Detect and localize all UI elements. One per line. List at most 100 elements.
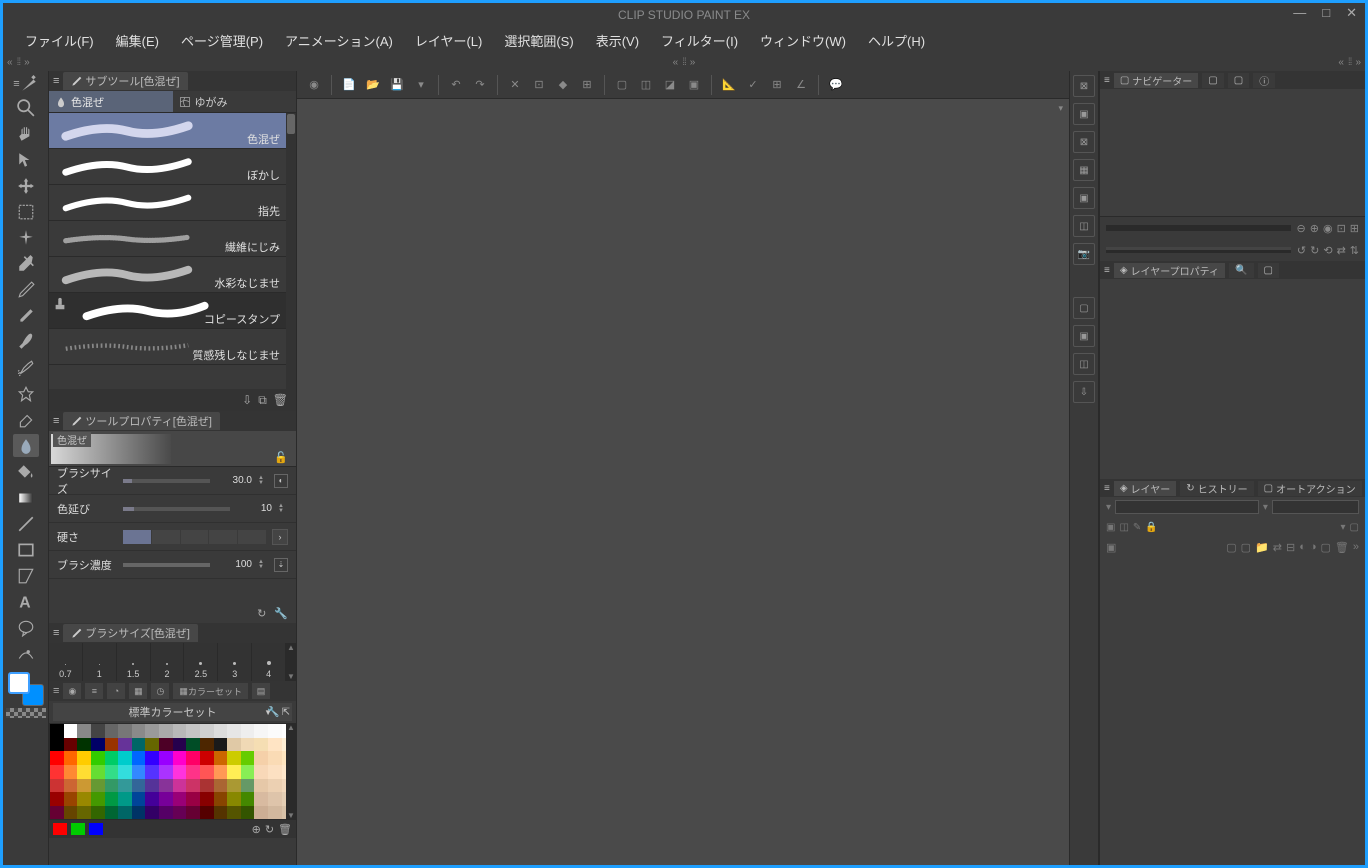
color-cell[interactable]: [91, 779, 105, 793]
color-cell[interactable]: [200, 765, 214, 779]
color-cell[interactable]: [132, 806, 146, 820]
color-cell[interactable]: [118, 765, 132, 779]
eraser-tool[interactable]: [13, 408, 39, 431]
delete-icon[interactable]: ✕: [504, 75, 526, 95]
lock-icon[interactable]: 🔒: [1145, 522, 1157, 533]
ruler-tool[interactable]: [13, 564, 39, 587]
rotate-right-icon[interactable]: ↻: [1310, 244, 1319, 257]
snap-special-icon[interactable]: ✓: [742, 75, 764, 95]
double-arrow-icon[interactable]: »: [1353, 541, 1359, 553]
color-cell[interactable]: [241, 724, 255, 738]
color-cell[interactable]: [268, 806, 282, 820]
new-vector-icon[interactable]: ▢: [1241, 541, 1251, 554]
subtool-tab-distort[interactable]: ゆがみ: [173, 91, 297, 112]
auto-select-tool[interactable]: [13, 226, 39, 249]
color-cell[interactable]: [200, 806, 214, 820]
menu-layer[interactable]: レイヤー(L): [411, 29, 487, 52]
color-cell[interactable]: [105, 751, 119, 765]
subtool-tab[interactable]: サブツール[色混ぜ]: [63, 72, 187, 90]
invert-select-icon[interactable]: ◪: [659, 75, 681, 95]
foreground-background-swatch[interactable]: [6, 672, 46, 706]
color-cell[interactable]: [132, 792, 146, 806]
brush-item-texture[interactable]: 質感残しなじませ: [49, 329, 296, 365]
foreground-color[interactable]: [8, 672, 30, 694]
balloon-tool[interactable]: [13, 616, 39, 639]
eyedropper-tool[interactable]: [13, 252, 39, 275]
pattern-icon[interactable]: ▦: [1073, 159, 1095, 181]
item-bank-tab[interactable]: ▢: [1228, 73, 1249, 88]
zoom-in-icon[interactable]: ⊕: [1310, 222, 1319, 235]
menu-filter[interactable]: フィルター(I): [657, 29, 742, 52]
color-cell[interactable]: [64, 751, 78, 765]
color-cell[interactable]: [200, 738, 214, 752]
color-extend-slider[interactable]: [123, 507, 230, 511]
color-cell[interactable]: [214, 765, 228, 779]
color-cell[interactable]: [145, 751, 159, 765]
new-folder-icon[interactable]: 📁: [1255, 541, 1269, 554]
color-cell[interactable]: [214, 779, 228, 793]
color-cell[interactable]: [118, 724, 132, 738]
color-grid-scrollbar[interactable]: ▲▼: [286, 723, 296, 820]
figure-tool[interactable]: [13, 512, 39, 535]
zoom-out-icon[interactable]: ⊖: [1297, 222, 1306, 235]
tool-property-tab[interactable]: ツールプロパティ[色混ぜ]: [63, 412, 219, 430]
grip-handle-mid[interactable]: ⁞⁞: [682, 57, 686, 68]
brush-size-cell[interactable]: 1: [83, 643, 117, 681]
color-cell[interactable]: [227, 779, 241, 793]
color-cell[interactable]: [50, 792, 64, 806]
snap-perspective-icon[interactable]: ∠: [790, 75, 812, 95]
panel-menu-icon[interactable]: ≡: [1104, 265, 1110, 276]
grip-left-l[interactable]: «: [7, 57, 13, 68]
redo-icon[interactable]: ↷: [469, 75, 491, 95]
menu-select[interactable]: 選択範囲(S): [500, 29, 577, 52]
color-cell[interactable]: [145, 792, 159, 806]
color-cell[interactable]: [186, 779, 200, 793]
draft-icon[interactable]: ✎: [1133, 522, 1141, 533]
color-cell[interactable]: [268, 724, 282, 738]
color-cell[interactable]: [227, 792, 241, 806]
search-tab[interactable]: 🔍: [1229, 263, 1253, 278]
color-cell[interactable]: [159, 751, 173, 765]
color-cell[interactable]: [145, 779, 159, 793]
canvas-scroll-handle[interactable]: ▾: [1058, 103, 1063, 114]
color-cell[interactable]: [132, 765, 146, 779]
lock-icon[interactable]: 🔓: [274, 451, 288, 464]
brush-size-cell[interactable]: 2.5: [184, 643, 218, 681]
color-cell[interactable]: [268, 738, 282, 752]
color-cell[interactable]: [173, 765, 187, 779]
fill-tool[interactable]: [13, 460, 39, 483]
color-cell[interactable]: [241, 792, 255, 806]
panel-menu-icon[interactable]: ≡: [1104, 75, 1110, 86]
new-layer-icon[interactable]: ▢: [1226, 541, 1236, 554]
color-cell[interactable]: [186, 806, 200, 820]
camera-icon[interactable]: 📷: [1073, 243, 1095, 265]
3d-icon[interactable]: ▣: [1073, 187, 1095, 209]
color-cell[interactable]: [159, 779, 173, 793]
magnify-tool[interactable]: [13, 96, 39, 119]
color-cell[interactable]: [77, 765, 91, 779]
color-cell[interactable]: [254, 779, 268, 793]
brush-size-tab[interactable]: ブラシサイズ[色混ぜ]: [63, 624, 198, 642]
color-cell[interactable]: [227, 751, 241, 765]
brush-size-cell[interactable]: 3: [218, 643, 252, 681]
open-file-icon[interactable]: 📂: [362, 75, 384, 95]
info-tab[interactable]: ⓘ: [1253, 73, 1275, 88]
grip-right-r[interactable]: »: [1355, 57, 1361, 68]
color-cell[interactable]: [214, 738, 228, 752]
brush-size-value[interactable]: 30.0: [216, 475, 252, 486]
blend-tool[interactable]: [13, 434, 39, 457]
color-mix-tab[interactable]: ◔: [107, 683, 125, 699]
panel-toggle-icon[interactable]: ▣: [1106, 541, 1116, 554]
color-cell[interactable]: [118, 751, 132, 765]
color-cell[interactable]: [50, 751, 64, 765]
move-tool[interactable]: [13, 174, 39, 197]
recent-color-2[interactable]: [71, 823, 85, 835]
color-cell[interactable]: [254, 738, 268, 752]
color-cell[interactable]: [132, 779, 146, 793]
color-cell[interactable]: [118, 738, 132, 752]
palette-color-chevron[interactable]: ▾: [1341, 522, 1346, 533]
color-cell[interactable]: [186, 738, 200, 752]
color-cell[interactable]: [254, 806, 268, 820]
color-cell[interactable]: [105, 779, 119, 793]
color-cell[interactable]: [105, 765, 119, 779]
